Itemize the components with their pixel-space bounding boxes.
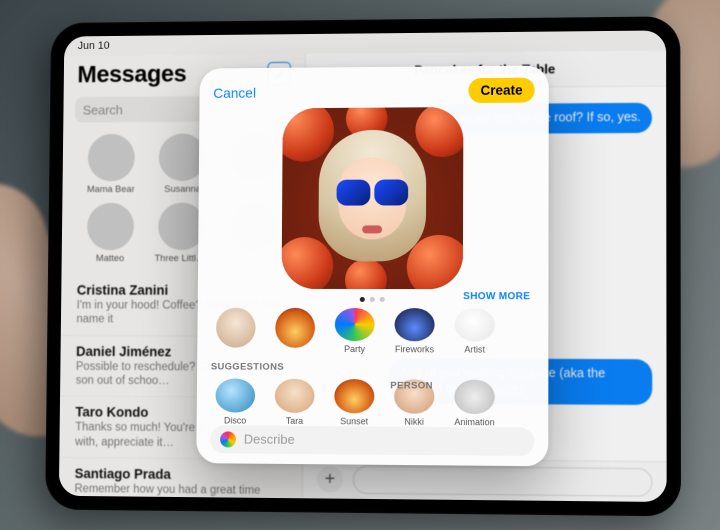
chip-image — [454, 380, 494, 414]
chip-label: Artist — [464, 345, 485, 355]
chip-image — [455, 308, 495, 342]
chip-label: Tara — [286, 416, 303, 426]
chip-image — [334, 379, 374, 413]
chip-label: Disco — [224, 415, 246, 425]
chip-label: Sunset — [340, 416, 368, 426]
concept-chip[interactable]: Fireworks — [391, 308, 437, 355]
concept-row: Party Fireworks Artist — [211, 302, 534, 355]
ipad-device: Jun 10 Messages Search Mama Bear Susanna — [45, 16, 681, 516]
chip-image — [215, 379, 255, 413]
chip-label: Party — [344, 344, 365, 354]
ipad-screen: Jun 10 Messages Search Mama Bear Susanna — [59, 30, 667, 502]
cancel-button[interactable]: Cancel — [213, 84, 256, 100]
chip-label: Nikki — [404, 417, 424, 427]
chip-image — [394, 308, 434, 342]
create-button[interactable]: Create — [468, 78, 534, 103]
concept-chip[interactable]: Disco — [212, 379, 258, 426]
concept-chip[interactable] — [272, 308, 318, 355]
concept-chip[interactable]: Sunset — [331, 379, 377, 426]
chip-image — [216, 308, 256, 348]
image-playground-modal: Cancel Create SHOW MORE — [196, 66, 549, 467]
concept-chip[interactable]: Animation — [451, 380, 497, 427]
portrait — [318, 130, 426, 262]
siri-icon — [220, 431, 236, 447]
concept-chip[interactable] — [213, 308, 259, 354]
chip-image — [275, 379, 315, 413]
person-label: PERSON — [390, 380, 433, 391]
suggestion-row: Disco Tara Sunset Nikki Animation — [210, 373, 534, 428]
chip-image — [335, 308, 375, 342]
describe-input[interactable]: Describe — [210, 425, 534, 456]
describe-placeholder: Describe — [244, 432, 295, 447]
generated-image[interactable] — [282, 107, 464, 289]
concept-chip[interactable]: Artist — [452, 308, 498, 355]
concept-chip[interactable]: Party — [332, 308, 378, 355]
chip-label: Fireworks — [395, 345, 434, 355]
chip-label: Animation — [454, 417, 494, 427]
concept-chip[interactable]: Tara — [272, 379, 318, 426]
show-more-button[interactable]: SHOW MORE — [463, 291, 530, 302]
chip-image — [275, 308, 315, 348]
